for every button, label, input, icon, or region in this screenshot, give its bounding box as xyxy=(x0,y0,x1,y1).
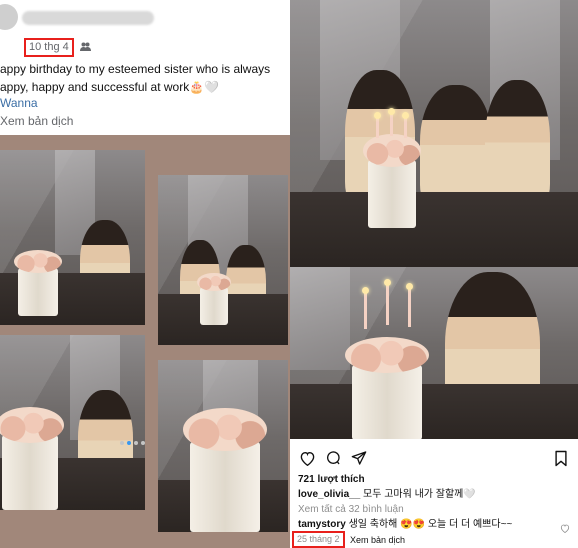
comment-1-text: 모두 고마워 내가 잘할께🤍 xyxy=(363,489,476,500)
comment-2-text: 생일 축하해 😍😍 오늘 더 더 예쁘다~~ xyxy=(348,519,513,530)
comment-2-user[interactable]: tamystory xyxy=(298,519,346,530)
instagram-photo-bottom[interactable] xyxy=(290,267,578,439)
table xyxy=(290,383,578,439)
carousel-dot xyxy=(134,441,138,445)
caption-emoji: 🎂🤍 xyxy=(189,80,220,94)
instagram-photo-top[interactable] xyxy=(290,0,578,267)
carousel-dot xyxy=(120,441,124,445)
post-caption: appy birthday to my esteemed sister who … xyxy=(0,60,290,96)
people-icon xyxy=(79,42,91,53)
person xyxy=(420,85,492,210)
candle xyxy=(406,283,413,327)
person xyxy=(485,80,550,210)
bookmark-icon[interactable] xyxy=(552,449,570,467)
birthday-cake xyxy=(183,407,267,532)
instagram-date-highlight[interactable]: 25 tháng 2 xyxy=(292,531,345,548)
caption-line-1: appy birthday to my esteemed sister who … xyxy=(0,62,271,76)
action-bar xyxy=(290,449,578,469)
collage-photo-1[interactable] xyxy=(0,150,145,325)
heart-icon[interactable] xyxy=(298,449,316,467)
carousel-dot-active xyxy=(127,441,131,445)
collage-photo-3[interactable] xyxy=(0,335,145,510)
caption-line-2: appy, happy and successful at work🎂🤍 xyxy=(0,78,290,96)
instagram-translate-link[interactable]: Xem bản dịch xyxy=(350,535,405,545)
candle xyxy=(362,287,369,329)
birthday-cake xyxy=(345,279,429,439)
facebook-post: 10 thg 4 appy birthday to my esteemed si… xyxy=(0,0,288,135)
wall-panel xyxy=(290,267,350,371)
avatar[interactable] xyxy=(0,4,18,30)
candle xyxy=(384,279,391,325)
carousel-dot xyxy=(141,441,145,445)
post-meta: 10 thg 4 xyxy=(24,38,91,57)
carousel-dots xyxy=(120,441,145,445)
small-heart-icon[interactable] xyxy=(560,520,570,534)
candle xyxy=(402,112,409,138)
caption-line-2-text: appy, happy and successful at work xyxy=(0,80,190,94)
comment-1: love_olivia__ 모두 고마워 내가 잘할께🤍 xyxy=(298,489,476,501)
comment-2: tamystory 생일 축하해 😍😍 오늘 더 더 예쁘다~~ xyxy=(298,519,512,531)
translate-link[interactable]: Xem bản dịch xyxy=(0,114,73,128)
comment-1-user[interactable]: love_olivia__ xyxy=(298,489,360,500)
birthday-cake xyxy=(197,272,231,325)
share-icon[interactable] xyxy=(350,449,368,467)
comment-icon[interactable] xyxy=(324,449,342,467)
post-date-highlight[interactable]: 10 thg 4 xyxy=(24,38,74,57)
view-all-comments[interactable]: Xem tất cả 32 bình luận xyxy=(298,504,404,516)
blurred-username xyxy=(22,11,154,25)
collage-photo-4[interactable] xyxy=(158,360,288,532)
tag-link[interactable]: Wanna xyxy=(0,96,38,110)
candle xyxy=(374,112,381,138)
candle xyxy=(388,108,395,136)
collage-photo-2[interactable] xyxy=(158,175,288,345)
birthday-cake xyxy=(14,249,62,316)
birthday-cake xyxy=(363,108,421,228)
birthday-cake xyxy=(0,406,64,510)
table xyxy=(290,192,578,267)
likes-count[interactable]: 721 lượt thích xyxy=(298,474,365,486)
